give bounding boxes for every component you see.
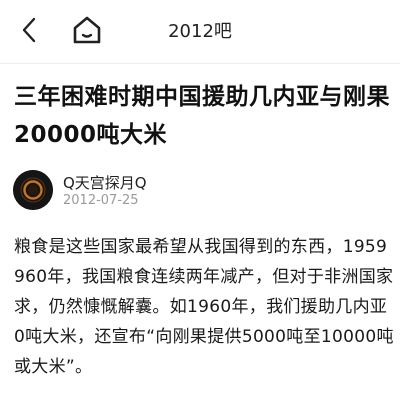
planet-ring-icon (13, 170, 53, 210)
article-content: 粮食是这些国家最希望从我国得到的东西，1959 960年，我国粮食连续两年减产，… (14, 232, 400, 382)
content-line-4: 0吨大米，还宣布“向刚果提供5000吨至10000吨 (14, 327, 394, 347)
content-line-2: 960年，我国粮食连续两年减产，但对于非洲国家 (14, 267, 394, 287)
title-line-2: 20000吨大米 (14, 122, 168, 148)
author-name[interactable]: Q天宫探月Q (63, 172, 147, 193)
title-line-1: 三年困难时期中国援助几内亚与刚果 (14, 84, 390, 110)
header-divider (0, 63, 400, 64)
article-title: 三年困难时期中国援助几内亚与刚果 20000吨大米 (14, 78, 400, 154)
content-line-1: 粮食是这些国家最希望从我国得到的东西，1959 (14, 237, 388, 257)
content-line-5: 或大米”。 (14, 357, 93, 377)
top-navigation-bar: 2012吧 (0, 0, 400, 60)
content-line-3: 求，仍然慷慨解囊。如1960年，我们援助几内亚 (14, 297, 388, 317)
forum-name[interactable]: 2012吧 (0, 17, 400, 43)
post-date: 2012-07-25 (63, 193, 139, 208)
author-avatar[interactable] (13, 170, 53, 210)
